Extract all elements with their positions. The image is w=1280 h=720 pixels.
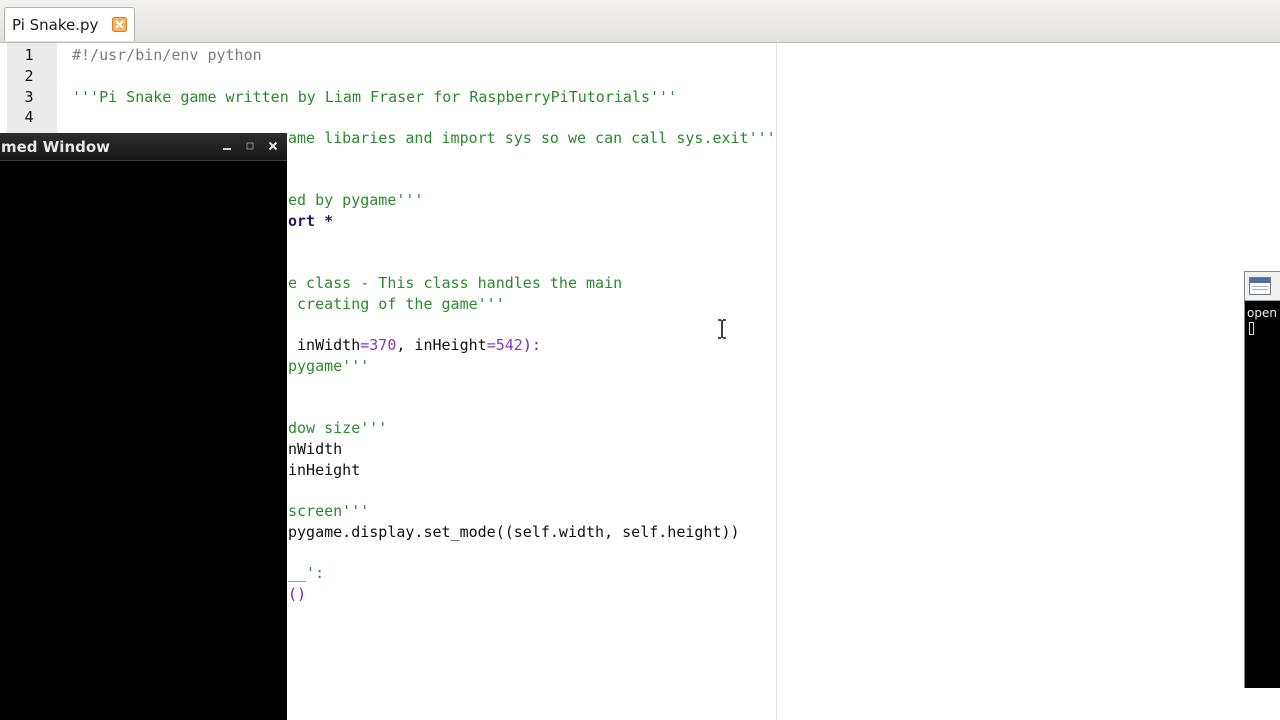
- code-line-21: inHeight: [288, 461, 361, 479]
- line-number: 1: [24, 46, 34, 64]
- code-line-27: (): [288, 585, 307, 603]
- code-line-16: pygame''': [288, 357, 370, 375]
- code-line-3: '''Pi Snake game written by Liam Fraser …: [72, 88, 678, 106]
- code-line-20: nWidth: [288, 440, 343, 458]
- number-token: 542: [495, 336, 523, 354]
- operator-token: =: [360, 336, 370, 354]
- terminal-window[interactable]: open: [1244, 271, 1280, 688]
- ibeam-cursor-icon: [718, 319, 726, 339]
- tab-label: Pi Snake.py: [12, 16, 99, 34]
- code-line-13: creating of the game''': [288, 295, 505, 313]
- param-token: inWidth: [288, 336, 361, 354]
- long-line-marker: [776, 43, 777, 720]
- code-line-23: screen''': [288, 502, 370, 520]
- tab-pi-snake[interactable]: Pi Snake.py: [4, 7, 135, 41]
- close-icon[interactable]: [112, 17, 127, 32]
- keyword-token: ort: [288, 212, 316, 230]
- code-line-12: e class - This class handles the main: [288, 274, 623, 292]
- code-line-5: ame libaries and import sys so we can ca…: [288, 129, 776, 147]
- code-line-8: ed by pygame''': [288, 191, 424, 209]
- window-canvas[interactable]: [0, 161, 287, 720]
- code-line-9: ort *: [288, 211, 333, 231]
- paren-token: ):: [522, 336, 541, 354]
- window-titlebar[interactable]: med Window: [0, 133, 287, 161]
- tab-bar: Pi Snake.py: [0, 0, 1280, 43]
- pygame-window[interactable]: med Window: [0, 133, 287, 720]
- terminal-text: open: [1247, 306, 1277, 320]
- number-token: 370: [369, 336, 397, 354]
- text-cursor: [1249, 322, 1254, 335]
- minimize-icon[interactable]: [220, 139, 234, 153]
- line-number: 4: [24, 108, 34, 126]
- code-line-19: dow size''': [288, 419, 388, 437]
- code-line-24: pygame.display.set_mode((self.width, sel…: [288, 523, 740, 541]
- code-line-15: inWidth=370, inHeight=542):: [288, 335, 541, 355]
- maximize-icon[interactable]: [243, 139, 257, 153]
- terminal-titlebar[interactable]: [1245, 272, 1280, 301]
- code-line-26: __':: [288, 564, 325, 582]
- line-number: 3: [24, 88, 34, 106]
- star-token: *: [324, 212, 334, 230]
- close-icon[interactable]: [266, 139, 280, 153]
- operator-token: =: [486, 336, 496, 354]
- code-line-1: #!/usr/bin/env python: [72, 46, 262, 64]
- line-number: 2: [24, 67, 34, 85]
- param-token: , inHeight: [396, 336, 487, 354]
- window-title: med Window: [1, 138, 111, 156]
- window-icon: [1249, 277, 1271, 295]
